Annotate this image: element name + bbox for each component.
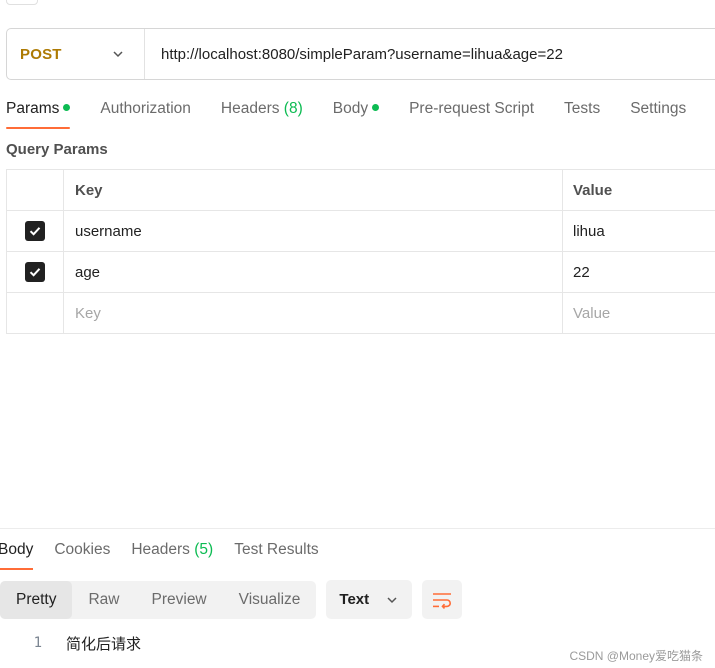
response-headers-count: (5): [194, 541, 214, 558]
view-visualize[interactable]: Visualize: [223, 581, 317, 619]
chevron-down-icon: [387, 596, 397, 603]
tab-params[interactable]: Params: [6, 96, 71, 129]
tab-headers[interactable]: Headers (8): [221, 96, 303, 129]
query-params-title: Query Params: [6, 141, 108, 158]
param-key[interactable]: age: [63, 251, 563, 293]
tab-authorization[interactable]: Authorization: [100, 96, 190, 129]
table-header-row: Key Value: [6, 169, 715, 211]
view-mode-switch: Pretty Raw Preview Visualize: [0, 580, 317, 619]
response-tabs: Body Cookies Headers (5) Test Results: [0, 538, 340, 570]
check-icon: [29, 268, 41, 277]
method-select[interactable]: POST: [7, 29, 145, 79]
response-toolbar: Pretty Raw Preview Visualize Text: [0, 580, 463, 619]
response-tab-cookies[interactable]: Cookies: [54, 538, 110, 570]
modified-dot-icon: [63, 104, 71, 111]
format-select[interactable]: Text: [326, 580, 413, 619]
response-tab-headers[interactable]: Headers (5): [131, 538, 213, 570]
tab-body[interactable]: Body: [333, 96, 380, 129]
top-toolbar-stub[interactable]: [6, 0, 38, 5]
wrap-lines-icon: [433, 592, 452, 609]
tab-settings[interactable]: Settings: [630, 96, 686, 129]
param-value[interactable]: 22: [562, 251, 715, 293]
response-tab-test-results[interactable]: Test Results: [234, 538, 318, 570]
column-header-value: Value: [562, 169, 715, 211]
param-checkbox[interactable]: [25, 221, 45, 241]
view-pretty[interactable]: Pretty: [0, 580, 73, 619]
header-check-cell: [6, 169, 64, 211]
param-value[interactable]: lihua: [562, 210, 715, 252]
chevron-down-icon: [113, 51, 123, 58]
table-row: username lihua: [6, 210, 715, 252]
method-label: POST: [20, 45, 62, 63]
new-param-key-input[interactable]: Key: [63, 292, 563, 334]
watermark: CSDN @Money爱吃猫条: [569, 649, 703, 663]
table-row: age 22: [6, 251, 715, 293]
headers-count: (8): [283, 100, 303, 117]
response-body-line: 1 简化后请求: [0, 631, 141, 655]
format-label: Text: [339, 591, 370, 608]
response-divider[interactable]: [0, 528, 715, 529]
response-body-text[interactable]: 简化后请求: [66, 633, 141, 654]
tab-tests[interactable]: Tests: [564, 96, 600, 129]
request-tabs: Params Authorization Headers (8) Body Pr…: [6, 96, 715, 130]
param-key[interactable]: username: [63, 210, 563, 252]
table-row-new: Key Value: [6, 292, 715, 334]
param-checkbox[interactable]: [25, 262, 45, 282]
new-param-value-input[interactable]: Value: [562, 292, 715, 334]
check-icon: [29, 227, 41, 236]
view-preview[interactable]: Preview: [136, 581, 223, 619]
view-raw[interactable]: Raw: [72, 581, 135, 619]
column-header-key: Key: [63, 169, 563, 211]
query-params-table: Key Value username lihua age 22 Key Valu…: [6, 169, 715, 334]
wrap-lines-button[interactable]: [422, 580, 463, 619]
request-bar: POST http://localhost:8080/simpleParam?u…: [6, 28, 715, 80]
tab-pre-request-script[interactable]: Pre-request Script: [409, 96, 534, 129]
modified-dot-icon: [372, 104, 380, 111]
url-input[interactable]: http://localhost:8080/simpleParam?userna…: [145, 46, 563, 63]
line-number: 1: [33, 635, 42, 651]
response-tab-body[interactable]: Body: [0, 538, 34, 570]
